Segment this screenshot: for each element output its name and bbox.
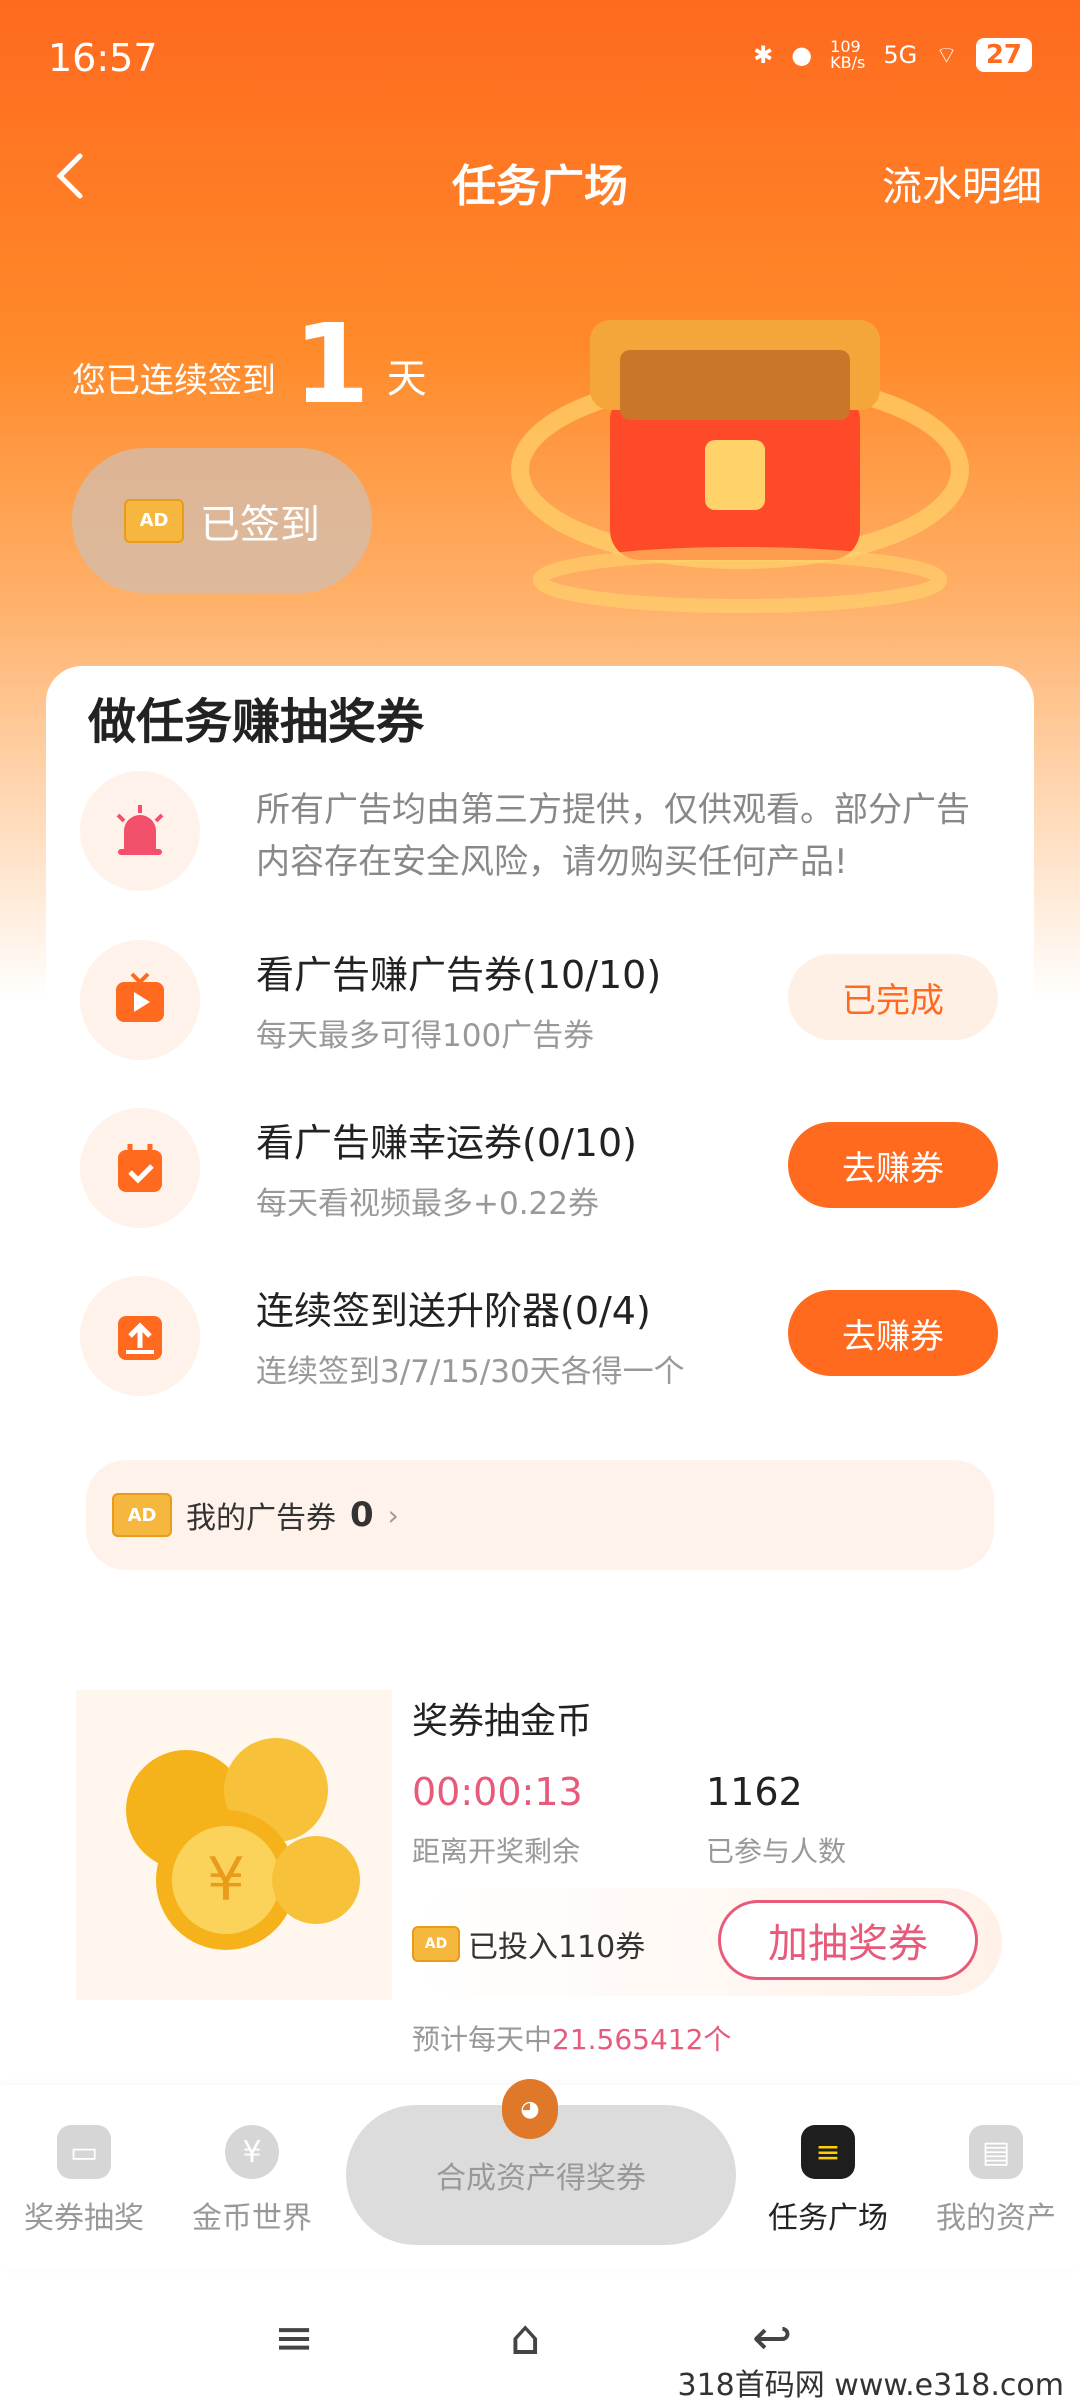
bottom-tab-bar: ▭ 奖券抽奖 ¥ 金币世界 合成资产得奖券 ◕ ≡ 任务广场 ▤ 我的资产 <box>0 2079 1080 2270</box>
ad-ticket-icon: AD <box>112 1493 172 1537</box>
tasks-card-title: 做任务赚抽奖券 <box>88 694 425 750</box>
signin-suffix: 天 <box>386 356 427 402</box>
return-icon[interactable]: ↩ <box>752 2310 792 2366</box>
task-clipboard-icon: ≡ <box>801 2125 855 2179</box>
signin-streak: 您已连续签到 1 天 <box>72 300 427 428</box>
lottery-card: ¥ 奖券抽金币 00:00:13 距离开奖剩余 1162 已参与人数 AD 已投… <box>40 1650 1040 2070</box>
task-completed-button[interactable]: 已完成 <box>788 954 998 1040</box>
home-icon[interactable]: ⌂ <box>510 2310 540 2366</box>
tab-label: 我的资产 <box>936 2201 1056 2236</box>
tab-my-assets[interactable]: ▤ 我的资产 <box>916 2125 1076 2237</box>
estimate-prefix: 预计每天中 <box>412 2023 553 2056</box>
tab-ticket-lottery[interactable]: ▭ 奖券抽奖 <box>4 2125 164 2237</box>
location-icon: ● <box>791 41 813 69</box>
upload-box-icon <box>80 1276 200 1396</box>
signed-in-label: 已签到 <box>200 501 320 548</box>
signin-prefix: 您已连续签到 <box>72 361 276 401</box>
treasure-chest-illustration <box>511 320 969 613</box>
tab-label: 任务广场 <box>768 2201 888 2236</box>
add-lottery-ticket-button[interactable]: 加抽奖券 <box>718 1900 978 1980</box>
tv-play-icon <box>80 940 200 1060</box>
task-subtitle: 连续签到3/7/15/30天各得一个 <box>256 1354 685 1390</box>
signal-icon: 5G <box>883 41 918 69</box>
tab-task-square[interactable]: ≡ 任务广场 <box>748 2125 908 2237</box>
chevron-right-icon: › <box>387 1498 399 1532</box>
task-title: 看广告赚广告券(10/10) <box>256 953 662 997</box>
status-bar: 16:57 ✱ ● 109 KB/s 5G ⌔ 27 <box>0 0 1080 120</box>
wallet-icon: ▤ <box>969 2125 1023 2179</box>
daily-estimate: 预计每天中21.565412个 <box>412 2018 731 2058</box>
ad-risk-notice: 所有广告均由第三方提供，仅供观看。部分广告内容存在安全风险，请勿购买任何产品! <box>256 790 970 882</box>
signin-days: 1 <box>293 300 370 428</box>
invested-row: AD 已投入110券 加抽奖券 <box>412 1888 1002 1996</box>
gift-icon: ▭ <box>57 2125 111 2179</box>
alarm-icon <box>80 771 200 891</box>
task-title: 看广告赚幸运券(0/10) <box>256 1121 637 1165</box>
signed-in-button[interactable]: AD 已签到 <box>72 448 372 593</box>
tab-label: 奖券抽奖 <box>24 2201 144 2236</box>
gold-coins-illustration: ¥ <box>76 1690 392 2000</box>
flow-detail-link[interactable]: 流水明细 <box>882 154 1042 212</box>
my-ad-tickets-row[interactable]: AD 我的广告券 0 › <box>86 1460 994 1570</box>
ad-ticket-icon: AD <box>124 498 184 543</box>
estimate-value: 21.565412个 <box>552 2023 732 2056</box>
monkey-mascot-icon: ◕ <box>502 2079 558 2139</box>
site-watermark: 318首码网 www.e318.com <box>677 2368 1064 2403</box>
app-header: 任务广场 流水明细 <box>0 140 1080 220</box>
ad-ticket-icon: AD <box>412 1926 460 1962</box>
svg-text:¥: ¥ <box>207 1845 245 1915</box>
yen-coin-icon: ¥ <box>225 2125 279 2179</box>
center-pill-label: 合成资产得奖券 <box>436 2161 646 2196</box>
status-time: 16:57 <box>48 36 158 80</box>
participant-count-label: 已参与人数 <box>706 1835 847 1868</box>
tasks-card: 做任务赚抽奖券 所有广告均由第三方提供，仅供观看。部分广告内容存在安全风险，请勿… <box>46 666 1034 1611</box>
earn-ticket-button[interactable]: 去赚券 <box>788 1290 998 1376</box>
task-subtitle: 每天看视频最多+0.22券 <box>256 1186 599 1222</box>
status-icons: ✱ ● 109 KB/s 5G ⌔ 27 <box>753 38 1032 72</box>
tab-coin-world[interactable]: ¥ 金币世界 <box>172 2125 332 2237</box>
wifi-icon: ⌔ <box>935 41 958 69</box>
draw-countdown-label: 距离开奖剩余 <box>412 1835 581 1868</box>
earn-ticket-button[interactable]: 去赚券 <box>788 1122 998 1208</box>
bluetooth-icon: ✱ <box>753 41 774 69</box>
lottery-title: 奖券抽金币 <box>412 1701 593 1742</box>
invested-tickets: AD 已投入110券 <box>412 1922 645 1966</box>
participant-count: 1162 <box>706 1770 803 1814</box>
network-speed: 109 KB/s <box>830 37 866 72</box>
task-title: 连续签到送升阶器(0/4) <box>256 1289 651 1333</box>
draw-countdown: 00:00:13 <box>412 1770 583 1814</box>
task-subtitle: 每天最多可得100广告券 <box>256 1018 595 1054</box>
invested-label: 已投入110券 <box>468 1930 646 1965</box>
calendar-check-icon <box>80 1108 200 1228</box>
menu-icon[interactable]: ≡ <box>274 2310 314 2366</box>
battery-indicator: 27 <box>975 38 1032 72</box>
my-ad-tickets-count: 0 <box>350 1495 374 1535</box>
tab-label: 金币世界 <box>192 2201 312 2236</box>
my-ad-tickets-label: 我的广告券 <box>186 1501 336 1536</box>
